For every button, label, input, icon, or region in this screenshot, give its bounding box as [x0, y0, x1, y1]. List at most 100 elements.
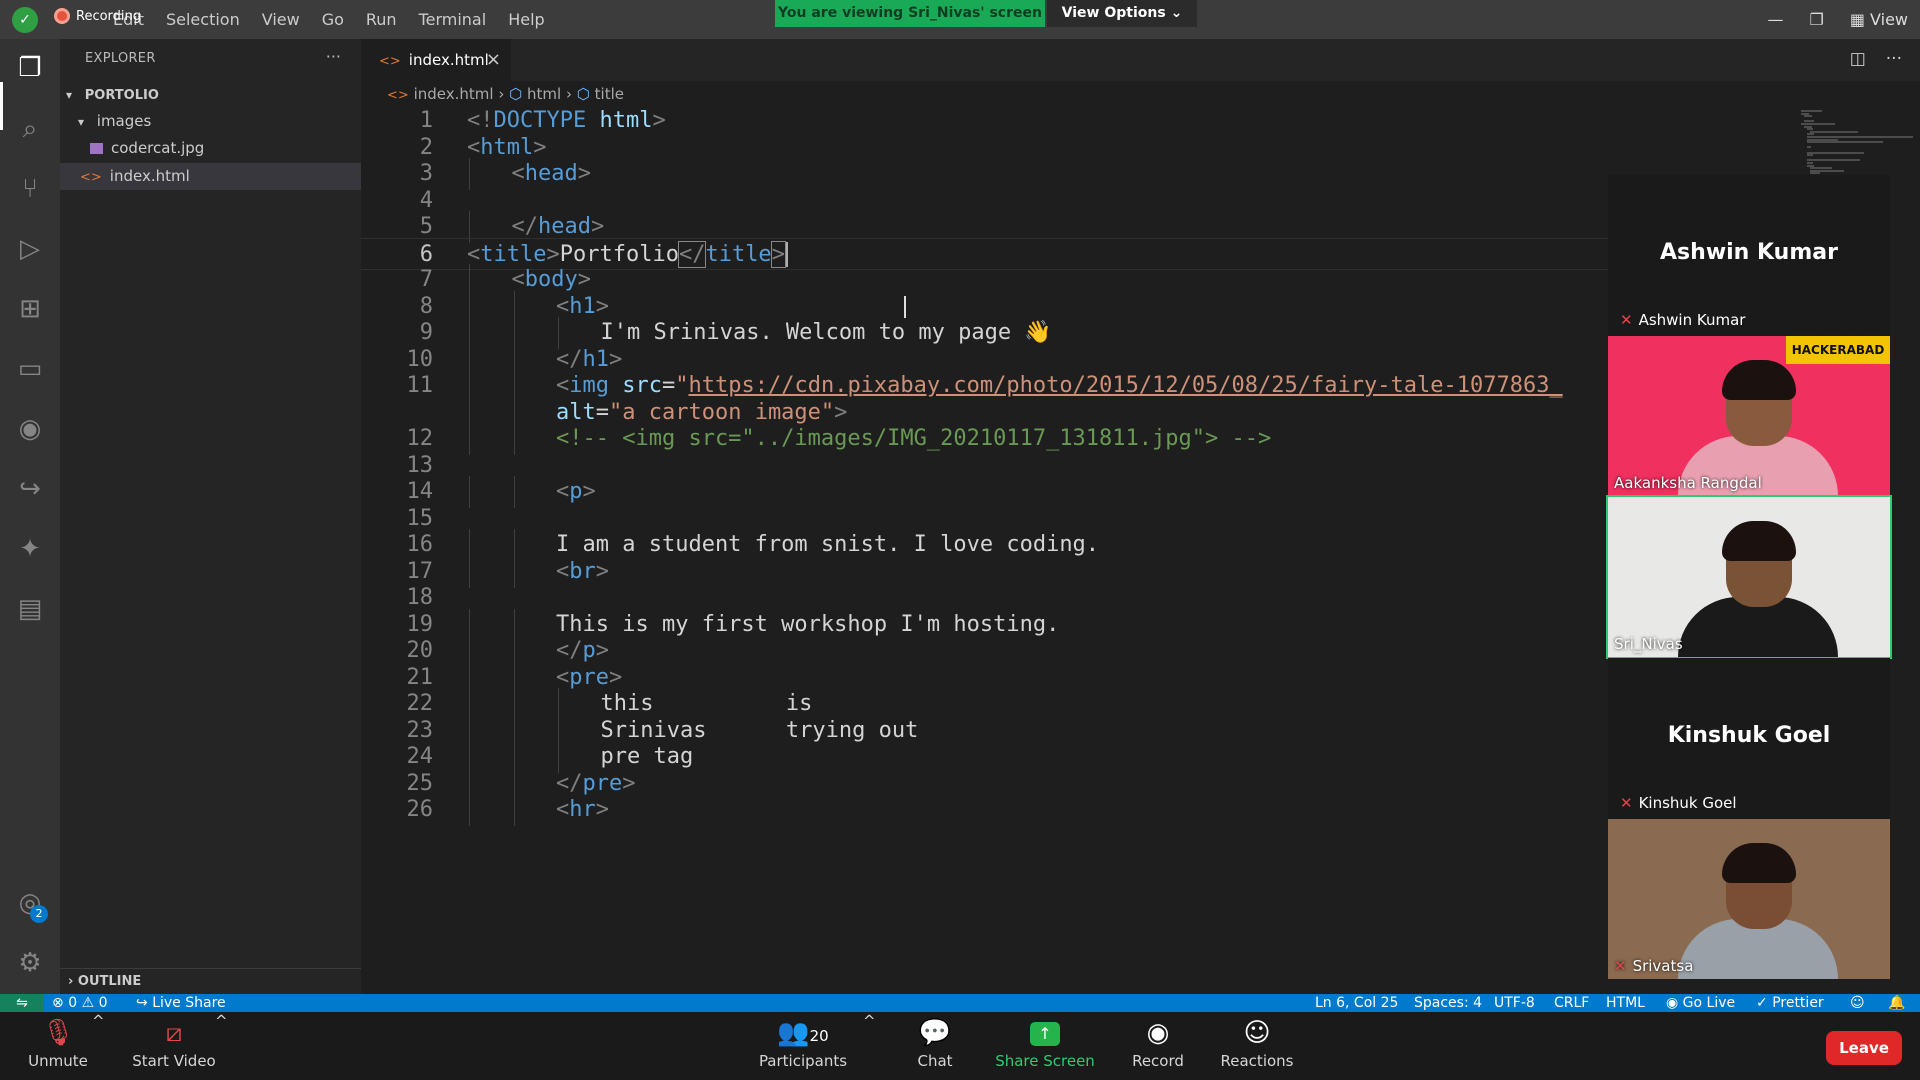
more-actions-icon[interactable]: ··· — [326, 47, 341, 66]
broadcast-icon: ◉ — [1666, 995, 1679, 1011]
chevron-down-icon: ▾ — [66, 88, 73, 102]
code-token: > — [609, 346, 623, 372]
github-icon[interactable]: ◉ — [14, 413, 46, 445]
outline-section[interactable]: › OUTLINE — [60, 968, 361, 994]
go-live-status[interactable]: ◉ Go Live — [1666, 994, 1735, 1012]
code-token: > — [834, 399, 848, 425]
chevron-down-icon: ⌄ — [1170, 5, 1183, 21]
eol-status[interactable]: CRLF — [1554, 994, 1589, 1012]
participants-button[interactable]: 👥20 Participants — [758, 1012, 848, 1080]
status-bar: ⇋ ⊗ 0 ⚠ 0 ↪ Live Share Ln 6, Col 25 Spac… — [0, 994, 1920, 1012]
minimize-icon[interactable]: — — [1767, 10, 1783, 29]
live-share-label: Live Share — [152, 995, 226, 1011]
reactions-icon: ☺ — [1243, 1018, 1271, 1048]
project-folder[interactable]: ▾ PORTOLIO — [60, 81, 361, 108]
cursor-position[interactable]: Ln 6, Col 25 — [1315, 994, 1398, 1012]
encoding-status[interactable]: UTF-8 — [1494, 994, 1535, 1012]
chat-icon: 💬 — [918, 1018, 952, 1048]
tree-file-codercat[interactable]: codercat.jpg — [60, 135, 361, 162]
menu-view[interactable]: View — [251, 0, 311, 39]
breadcrumb-file[interactable]: index.html — [414, 85, 494, 103]
view-options-button[interactable]: View Options ⌄ — [1047, 0, 1197, 27]
live-share-status[interactable]: ↪ Live Share — [136, 994, 226, 1012]
tree-file-index[interactable]: <> index.html — [60, 163, 361, 190]
participants-gallery: Ashwin Kumar ✕ Ashwin Kumar HACKERABAD Aakan… — [1606, 175, 1892, 979]
split-editor-icon[interactable]: ◫ — [1850, 49, 1866, 69]
menu-go[interactable]: Go — [311, 0, 355, 39]
editor-actions: ◫ ··· — [1850, 49, 1902, 69]
breadcrumb-html[interactable]: html — [527, 85, 561, 103]
feedback-icon[interactable]: ☺ — [1850, 994, 1865, 1012]
share-screen-label: Share Screen — [995, 1052, 1095, 1070]
menu-terminal[interactable]: Terminal — [408, 0, 498, 39]
code-token: <!-- <img src="../images/IMG_20210117_13… — [556, 426, 1272, 451]
breadcrumb-title[interactable]: title — [595, 85, 624, 103]
code-token: html — [480, 134, 534, 160]
code-token: alt — [556, 399, 596, 425]
restore-icon[interactable]: ❐ — [1809, 10, 1823, 29]
extensions-icon[interactable]: ⊞ — [14, 293, 46, 325]
notifications-icon[interactable]: 🔔 — [1888, 994, 1905, 1012]
share-screen-icon: ↑ — [995, 1012, 1095, 1052]
code-line[interactable]: 26 <hr> — [361, 794, 1611, 826]
start-video-button[interactable]: ⧄ Start Video — [130, 1012, 218, 1080]
remote-indicator-icon[interactable]: ⇋ — [0, 994, 44, 1012]
run-debug-icon[interactable]: ▷ — [14, 233, 46, 265]
participant-label: ✕ Ashwin Kumar — [1620, 311, 1746, 329]
live-share-icon[interactable]: ↪ — [14, 473, 46, 505]
minimap[interactable] — [1801, 108, 1920, 180]
code-token: head — [538, 214, 591, 239]
unmute-button[interactable]: 🎙 Unmute — [22, 1012, 94, 1080]
remote-explorer-icon[interactable]: ▭ — [14, 353, 46, 385]
file-label: codercat.jpg — [111, 139, 205, 157]
participants-label: Participants — [758, 1052, 848, 1070]
python-icon[interactable]: ✦ — [14, 533, 46, 565]
leave-button[interactable]: Leave — [1826, 1031, 1902, 1065]
view-button[interactable]: ▦ View — [1850, 10, 1908, 29]
source-control-icon[interactable]: ⑂ — [14, 173, 46, 205]
code-token: I am a student from snist. I love coding… — [556, 532, 1100, 557]
minimap-line — [1807, 141, 1883, 144]
indentation-status[interactable]: Spaces: 4 — [1414, 994, 1482, 1012]
participant-label: ✕ Srivatsa — [1614, 957, 1694, 975]
menu-selection[interactable]: Selection — [155, 0, 251, 39]
code-token: pre — [582, 770, 623, 796]
menu-help[interactable]: Help — [497, 0, 555, 39]
participant-name-tile[interactable]: Ashwin Kumar ✕ Ashwin Kumar — [1608, 175, 1890, 335]
error-count: 0 — [68, 995, 78, 1011]
prettier-status[interactable]: ✓ Prettier — [1756, 994, 1824, 1012]
search-icon[interactable]: ⌕ — [14, 113, 46, 145]
share-screen-button[interactable]: ↑ Share Screen — [995, 1012, 1095, 1080]
menu-run[interactable]: Run — [355, 0, 408, 39]
participant-video-tile[interactable]: HACKERABAD Aakanksha Rangdal — [1608, 336, 1890, 496]
participant-name-tile[interactable]: Kinshuk Goel ✕ Kinshuk Goel — [1608, 658, 1890, 818]
participant-video-tile[interactable]: Sri_Nivas — [1606, 495, 1892, 659]
chevron-up-icon[interactable]: ^ — [863, 1012, 876, 1030]
problems-status[interactable]: ⊗ 0 ⚠ 0 — [52, 994, 108, 1012]
code-token: "a cartoon image" — [609, 399, 835, 425]
notebook-icon[interactable]: ▤ — [14, 593, 46, 625]
explorer-icon[interactable]: ❐ — [14, 52, 46, 84]
code-token: > — [582, 479, 596, 504]
code-token: p — [569, 479, 583, 504]
chat-button[interactable]: 💬 Chat — [910, 1012, 960, 1080]
more-actions-icon[interactable]: ··· — [1886, 49, 1902, 69]
chevron-up-icon[interactable]: ^ — [92, 1012, 105, 1030]
record-button[interactable]: ◉ Record — [1130, 1012, 1186, 1080]
code-token: DOCTYPE — [493, 108, 587, 133]
reactions-button[interactable]: ☺ Reactions — [1220, 1012, 1294, 1080]
code-token: > — [609, 664, 623, 690]
language-status[interactable]: HTML — [1606, 994, 1645, 1012]
code-token: < — [467, 241, 481, 267]
minimap-line — [1807, 159, 1861, 162]
window-controls: — ❐ ▦ View — [1767, 0, 1908, 39]
tree-folder-images[interactable]: ▾ images — [60, 108, 361, 135]
code-token: br — [569, 558, 596, 584]
gear-icon[interactable]: ⚙ — [14, 947, 46, 979]
participant-video-tile[interactable]: ✕ Srivatsa — [1608, 819, 1890, 979]
chevron-up-icon[interactable]: ^ — [215, 1012, 228, 1030]
tab-index-html[interactable]: <> index.html × — [361, 39, 511, 81]
code-token: < — [556, 479, 570, 504]
close-icon[interactable]: × — [486, 39, 501, 81]
